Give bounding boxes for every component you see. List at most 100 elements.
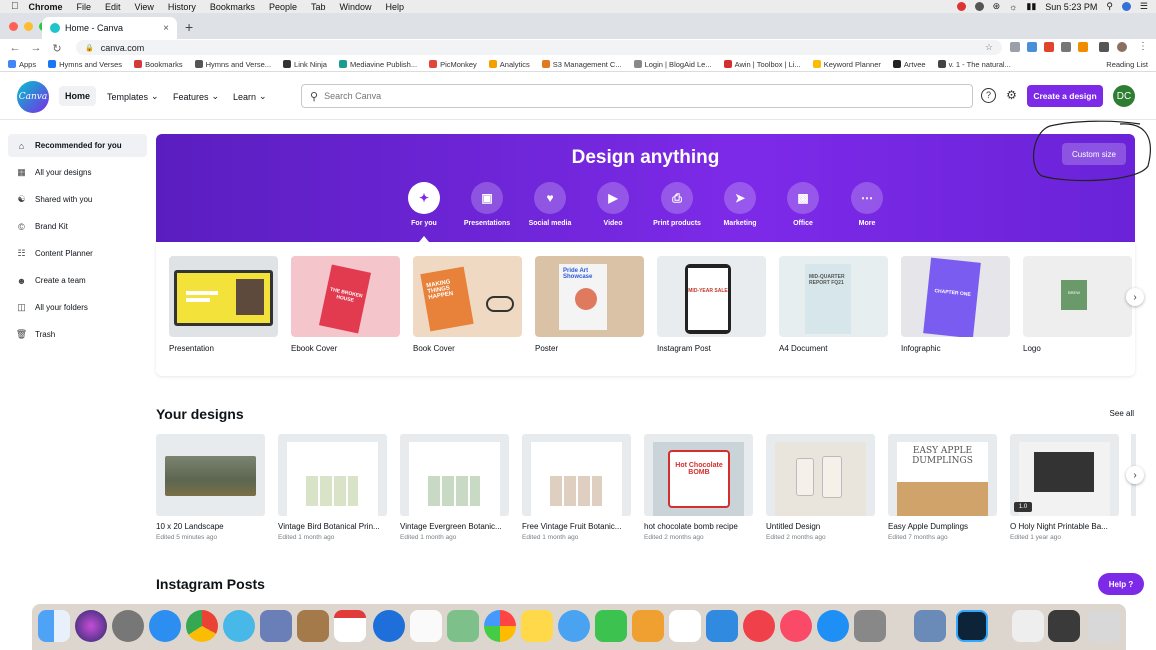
bookmark-star-icon[interactable]: ☆	[985, 42, 993, 53]
sidebar-item-brand-kit[interactable]: © Brand Kit	[8, 215, 147, 238]
bookmark-item[interactable]: Hymns and Verse...	[194, 60, 271, 69]
lock-icon[interactable]: 🔒	[85, 44, 94, 52]
facetime-icon[interactable]	[595, 610, 627, 642]
extension-icon[interactable]	[1044, 42, 1054, 52]
keynote-icon[interactable]	[706, 610, 738, 642]
design-card[interactable]: 10 x 20 Landscape Edited 5 minutes ago	[156, 434, 265, 541]
extensions-puzzle-icon[interactable]	[1099, 42, 1109, 52]
photos-icon[interactable]	[484, 610, 516, 642]
category-presentations[interactable]: ▣ Presentations	[452, 182, 522, 227]
sidebar-item-folders[interactable]: ◫ All your folders	[8, 296, 147, 319]
template-card[interactable]: CHAPTER ONE Infographic	[901, 256, 1010, 353]
menu-people[interactable]: People	[269, 2, 297, 12]
launchpad-icon[interactable]	[112, 610, 144, 642]
bookmark-item[interactable]: v. 1 - The natural...	[937, 60, 1011, 69]
design-card[interactable]: Vintage Bird Botanical Prin... Edited 1 …	[278, 434, 387, 541]
sidebar-item-recommended[interactable]: ⌂ Recommended for you	[8, 134, 147, 157]
search-box[interactable]: ⚲	[301, 84, 973, 108]
minimize-window-icon[interactable]	[24, 22, 33, 31]
word-icon[interactable]	[373, 610, 405, 642]
design-card[interactable]: EASY APPLE DUMPLINGS Easy Apple Dumpling…	[888, 434, 997, 541]
nav-learn[interactable]: Learn ⌄	[233, 89, 267, 104]
apple-icon[interactable]: 	[11, 1, 19, 12]
create-design-button[interactable]: Create a design	[1027, 85, 1103, 107]
sidebar-item-trash[interactable]: 🗑 Trash	[8, 323, 147, 346]
notes-icon[interactable]	[521, 610, 553, 642]
template-card[interactable]: MAKING THINGS HAPPEN Book Cover	[413, 256, 522, 353]
design-card[interactable]: Untitled Design Edited 2 months ago	[766, 434, 875, 541]
chevron-right-icon[interactable]: ›	[1126, 466, 1144, 484]
battery-icon[interactable]: ▮▮	[1026, 1, 1036, 12]
sidebar-item-create-team[interactable]: ☻ Create a team	[8, 269, 147, 292]
category-social-media[interactable]: ♥ Social media	[515, 182, 585, 227]
bookmark-item[interactable]: Login | BlogAid Le...	[633, 60, 712, 69]
bookmark-item[interactable]: Bookmarks	[134, 60, 183, 69]
profile-avatar-icon[interactable]	[1117, 42, 1127, 52]
reload-icon[interactable]: ↻	[51, 42, 63, 55]
template-card[interactable]: BREW Logo	[1023, 256, 1132, 353]
messages-icon[interactable]	[558, 610, 590, 642]
extension-icon[interactable]	[1078, 42, 1088, 52]
system-preferences-icon[interactable]	[854, 610, 886, 642]
bookmark-item[interactable]: Hymns and Verses	[48, 60, 122, 69]
category-more[interactable]: ⋯ More	[832, 182, 902, 227]
category-office[interactable]: ▩ Office	[768, 182, 838, 227]
new-tab-icon[interactable]: +	[185, 19, 193, 35]
search-input[interactable]	[324, 91, 925, 101]
canva-logo[interactable]: Canva	[17, 81, 49, 113]
finder-icon[interactable]	[38, 610, 70, 642]
pages-icon[interactable]	[632, 610, 664, 642]
dropbox-icon[interactable]	[974, 2, 984, 11]
extension-icon[interactable]	[1027, 42, 1037, 52]
back-icon[interactable]: ←	[9, 42, 21, 54]
bookmark-item[interactable]: Mediavine Publish...	[338, 60, 417, 69]
downloads-icon[interactable]	[1048, 610, 1080, 642]
user-icon[interactable]	[1121, 2, 1131, 11]
menu-window[interactable]: Window	[339, 2, 371, 12]
chrome-menu-icon[interactable]: ⋮	[1138, 42, 1148, 52]
category-marketing[interactable]: ➤ Marketing	[705, 182, 775, 227]
design-card[interactable]: Hot Chocolate BOMB hot chocolate bomb re…	[644, 434, 753, 541]
extension-icon[interactable]	[1010, 42, 1020, 52]
menu-edit[interactable]: Edit	[105, 2, 121, 12]
photoshop-icon[interactable]	[956, 610, 988, 642]
template-card[interactable]: Presentation	[169, 256, 278, 353]
sidebar-item-all-designs[interactable]: ▦ All your designs	[8, 161, 147, 184]
nav-features[interactable]: Features ⌄	[173, 89, 219, 104]
bookmark-item[interactable]: Link Ninja	[283, 60, 327, 69]
close-tab-icon[interactable]: ×	[163, 23, 169, 34]
control-center-icon[interactable]: ☰	[1140, 1, 1148, 12]
app-store-icon[interactable]	[817, 610, 849, 642]
numbers-icon[interactable]	[669, 610, 701, 642]
chevron-right-icon[interactable]: ›	[1126, 288, 1144, 306]
sidebar-item-shared[interactable]: ☯ Shared with you	[8, 188, 147, 211]
category-for-you[interactable]: ✦ For you	[389, 182, 459, 242]
browser-tab[interactable]: Home - Canva ×	[42, 17, 177, 39]
gear-icon[interactable]: ⚙	[1004, 88, 1019, 103]
menu-history[interactable]: History	[168, 2, 196, 12]
bookmark-item[interactable]: Keyword Planner	[812, 60, 881, 69]
menu-app[interactable]: Chrome	[29, 2, 63, 12]
calendar-icon[interactable]	[334, 610, 366, 642]
music-icon[interactable]	[780, 610, 812, 642]
design-card[interactable]: Free Vintage Fruit Botanic... Edited 1 m…	[522, 434, 631, 541]
url-bar[interactable]: 🔒 canva.com ☆	[76, 40, 1002, 55]
skype-icon[interactable]	[223, 610, 255, 642]
contacts-icon[interactable]	[297, 610, 329, 642]
chrome-icon[interactable]	[186, 610, 218, 642]
avatar[interactable]: DC	[1113, 85, 1135, 107]
category-print-products[interactable]: ⎙ Print products	[642, 182, 712, 227]
mail-stamp-icon[interactable]	[260, 610, 292, 642]
category-video[interactable]: ▶ Video	[578, 182, 648, 227]
sidebar-item-content-planner[interactable]: ☷ Content Planner	[8, 242, 147, 265]
nav-templates[interactable]: Templates ⌄	[107, 89, 159, 104]
maps-icon[interactable]	[447, 610, 479, 642]
design-card[interactable]: 1.0 O Holy Night Printable Ba... Edited …	[1010, 434, 1119, 541]
help-circle-icon[interactable]: ?	[981, 88, 996, 103]
forward-icon[interactable]: →	[30, 42, 42, 54]
siri-icon[interactable]	[75, 610, 107, 642]
design-card[interactable]: Vintage Evergreen Botanic... Edited 1 mo…	[400, 434, 509, 541]
template-card[interactable]: MID-YEAR SALE Instagram Post	[657, 256, 766, 353]
bookmark-item[interactable]: S3 Management C...	[541, 60, 622, 69]
bookmark-item[interactable]: Artvee	[892, 60, 926, 69]
